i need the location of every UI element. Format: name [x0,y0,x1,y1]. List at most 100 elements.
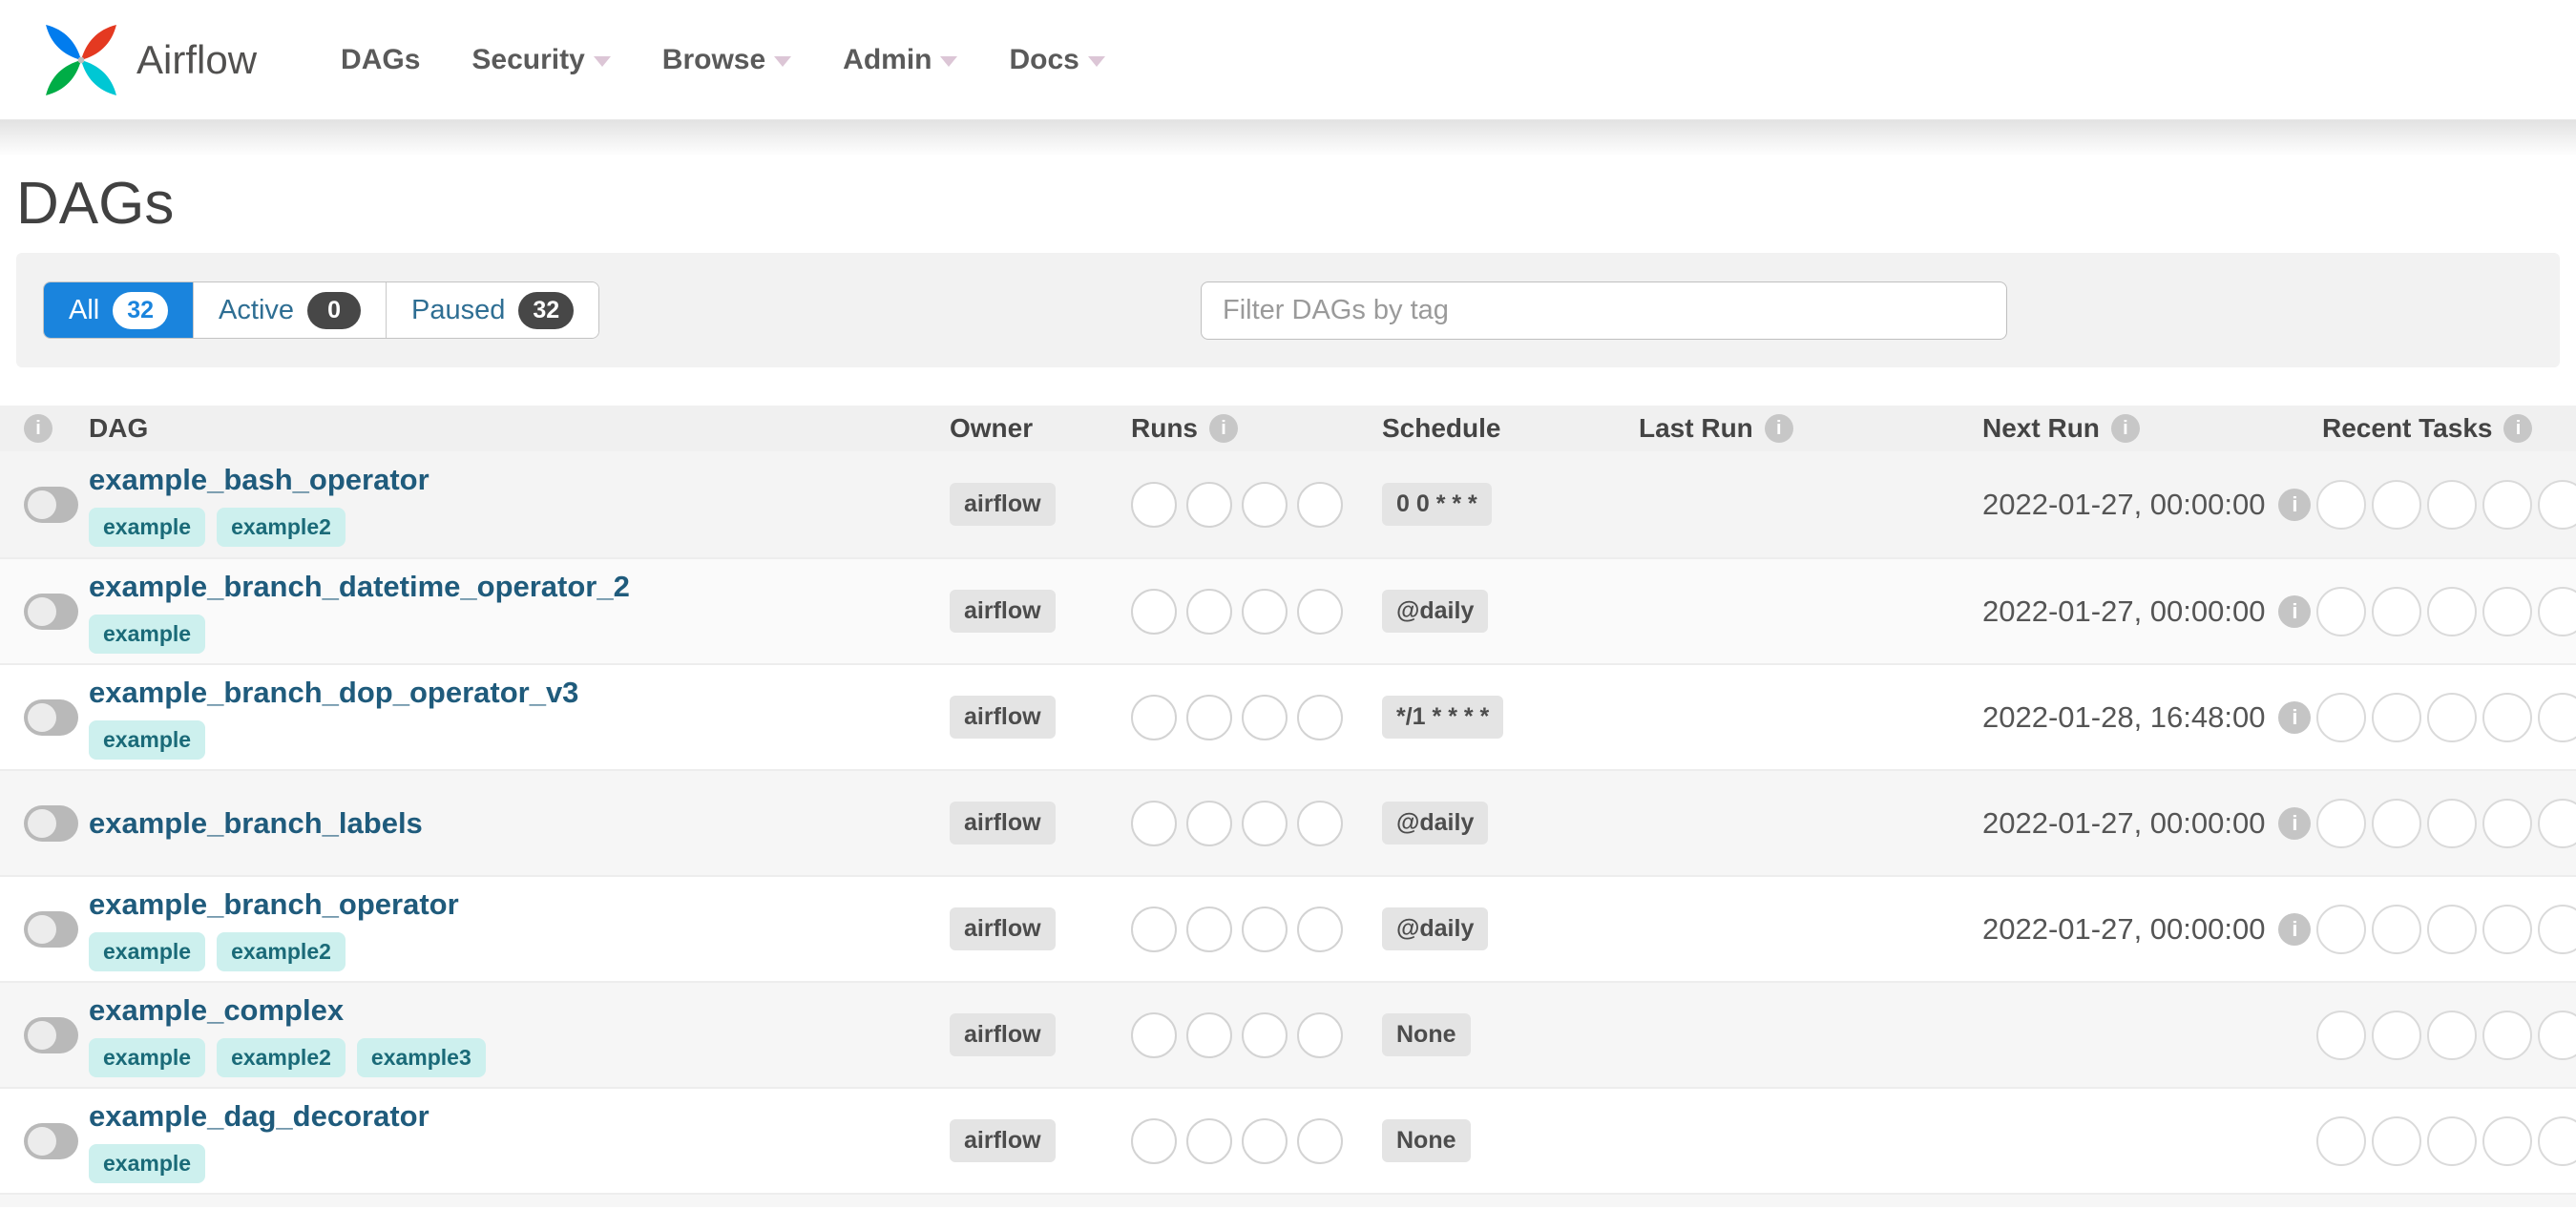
dag-pause-toggle[interactable] [24,1122,78,1159]
recent-task-circle[interactable] [2372,798,2421,848]
run-status-circle[interactable] [1242,800,1288,846]
run-status-circle[interactable] [1131,800,1177,846]
recent-task-circle[interactable] [2372,904,2421,954]
run-status-circle[interactable] [1242,1117,1288,1164]
run-status-circle[interactable] [1242,1011,1288,1058]
run-status-circle[interactable] [1297,1011,1343,1058]
recent-task-circle[interactable] [2538,586,2576,636]
run-status-circle[interactable] [1131,588,1177,635]
nav-item-dags[interactable]: DAGs [315,0,446,120]
dag-name-link[interactable]: example_branch_datetime_operator_2 [89,570,938,604]
recent-task-circle[interactable] [2538,904,2576,954]
recent-task-circle[interactable] [2427,798,2477,848]
recent-task-circle[interactable] [2482,586,2532,636]
recent-task-circle[interactable] [2316,798,2366,848]
run-status-circle[interactable] [1131,694,1177,740]
dag-pause-toggle[interactable] [24,804,78,842]
recent-task-circle[interactable] [2482,692,2532,742]
run-status-circle[interactable] [1297,481,1343,528]
dag-pause-toggle[interactable] [24,486,78,523]
run-status-circle[interactable] [1186,588,1232,635]
dag-name-link[interactable]: example_branch_operator [89,887,938,922]
column-header-schedule: Schedule [1382,413,1501,443]
dag-pause-toggle[interactable] [24,698,78,736]
run-status-circle[interactable] [1131,906,1177,952]
dag-tag[interactable]: example [89,614,206,654]
dag-tag[interactable]: example [89,931,206,971]
dag-name-link[interactable]: example_dag_decorator [89,1099,938,1134]
run-status-circle[interactable] [1242,694,1288,740]
dag-pause-toggle[interactable] [24,910,78,948]
recent-task-circle[interactable] [2427,1115,2477,1166]
run-status-circle[interactable] [1297,588,1343,635]
nav-item-admin[interactable]: Admin [817,0,983,120]
recent-task-circle[interactable] [2427,586,2477,636]
recent-task-circle[interactable] [2372,586,2421,636]
recent-task-circle[interactable] [2538,692,2576,742]
tab-all[interactable]: All 32 [44,282,194,338]
dag-tag[interactable]: example2 [217,1037,346,1077]
recent-task-circle[interactable] [2538,1115,2576,1166]
run-status-circle[interactable] [1242,588,1288,635]
dag-name-link[interactable]: example_branch_dop_operator_v3 [89,676,938,710]
recent-task-circle[interactable] [2316,586,2366,636]
run-status-circle[interactable] [1186,481,1232,528]
run-status-circle[interactable] [1297,1117,1343,1164]
recent-task-circle[interactable] [2372,692,2421,742]
dag-tag[interactable]: example3 [356,1037,486,1077]
recent-task-circle[interactable] [2538,1010,2576,1060]
recent-task-circle[interactable] [2316,1115,2366,1166]
recent-task-circle[interactable] [2538,479,2576,530]
run-status-circle[interactable] [1186,694,1232,740]
recent-task-circle[interactable] [2316,479,2366,530]
page-title: DAGs [16,171,175,237]
dag-pause-toggle[interactable] [24,1016,78,1053]
dag-tag[interactable]: example [89,1143,206,1183]
recent-task-circle[interactable] [2316,692,2366,742]
recent-task-circle[interactable] [2482,479,2532,530]
dag-pause-toggle[interactable] [24,593,78,630]
nav-item-security[interactable]: Security [446,0,636,120]
run-status-circle[interactable] [1186,1011,1232,1058]
dag-name-link[interactable]: example_complex [89,993,938,1028]
run-status-circle[interactable] [1131,1011,1177,1058]
recent-task-circle[interactable] [2427,692,2477,742]
recent-task-circle[interactable] [2316,1010,2366,1060]
dag-tag[interactable]: example [89,719,206,760]
dag-tag[interactable]: example2 [217,507,346,547]
brand-home-link[interactable]: Airflow [41,20,257,100]
recent-task-circle[interactable] [2316,904,2366,954]
tab-paused[interactable]: Paused 32 [386,282,599,338]
recent-task-circle[interactable] [2427,1010,2477,1060]
recent-task-circle[interactable] [2372,1115,2421,1166]
recent-task-circle[interactable] [2427,479,2477,530]
recent-task-circle[interactable] [2482,1115,2532,1166]
run-status-circle[interactable] [1242,906,1288,952]
run-status-circle[interactable] [1186,1117,1232,1164]
recent-task-circle[interactable] [2372,1010,2421,1060]
run-status-circle[interactable] [1297,906,1343,952]
run-status-circle[interactable] [1297,800,1343,846]
run-status-circle[interactable] [1242,481,1288,528]
run-status-circle[interactable] [1186,800,1232,846]
recent-task-circle[interactable] [2482,1010,2532,1060]
dag-tag[interactable]: example [89,507,206,547]
run-status-circle[interactable] [1131,481,1177,528]
dag-tag[interactable]: example [89,1037,206,1077]
nav-item-docs[interactable]: Docs [983,0,1130,120]
run-status-circle[interactable] [1297,694,1343,740]
run-status-circle[interactable] [1131,1117,1177,1164]
column-header-dag[interactable]: DAG [89,413,148,444]
tab-active[interactable]: Active 0 [193,282,387,338]
dag-name-link[interactable]: example_bash_operator [89,463,938,497]
recent-task-circle[interactable] [2482,904,2532,954]
recent-task-circle[interactable] [2538,798,2576,848]
tag-filter-input[interactable] [1201,281,2007,340]
recent-task-circle[interactable] [2427,904,2477,954]
dag-tag[interactable]: example2 [217,931,346,971]
dag-name-link[interactable]: example_branch_labels [89,806,938,841]
run-status-circle[interactable] [1186,906,1232,952]
recent-task-circle[interactable] [2372,479,2421,530]
nav-item-browse[interactable]: Browse [637,0,817,120]
recent-task-circle[interactable] [2482,798,2532,848]
